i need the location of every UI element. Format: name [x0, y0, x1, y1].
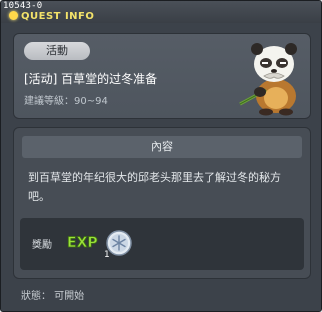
reward-box: 獎勵 EXP 1	[20, 218, 304, 270]
quest-status: 狀態： 可開始	[21, 291, 85, 302]
quest-title: [活动] 百草堂的过冬准备	[24, 72, 158, 86]
exp-icon: EXP	[67, 235, 98, 252]
window-title-text: QUEST INFO	[21, 11, 95, 22]
exp-text: EXP	[67, 235, 98, 251]
quest-content-panel: 內容 到百草堂的年纪很大的邱老头那里去了解过冬的秘方吧。 獎勵 EXP 1	[13, 127, 311, 279]
quest-description: 到百草堂的年纪很大的邱老头那里去了解过冬的秘方吧。	[28, 171, 281, 203]
quest-level: 建議等級：90~94	[24, 96, 108, 107]
lightbulb-icon	[9, 11, 18, 20]
reward-item-count: 1	[104, 250, 110, 260]
window-title: QUEST INFO	[9, 11, 94, 22]
content-header: 內容	[22, 136, 302, 158]
panda-npc-icon	[239, 43, 297, 116]
reward-label: 獎勵	[32, 240, 52, 251]
category-badge: 活動	[24, 42, 90, 60]
quest-id: 10543-0	[3, 1, 43, 11]
titlebar[interactable]: 10543-0 QUEST INFO	[1, 1, 321, 23]
quest-info-window: 10543-0 QUEST INFO 活動 [活动] 百草堂的过冬准备 建議等級…	[0, 0, 322, 312]
quest-header-panel: 活動 [活动] 百草堂的过冬准备 建議等級：90~94	[13, 33, 311, 119]
